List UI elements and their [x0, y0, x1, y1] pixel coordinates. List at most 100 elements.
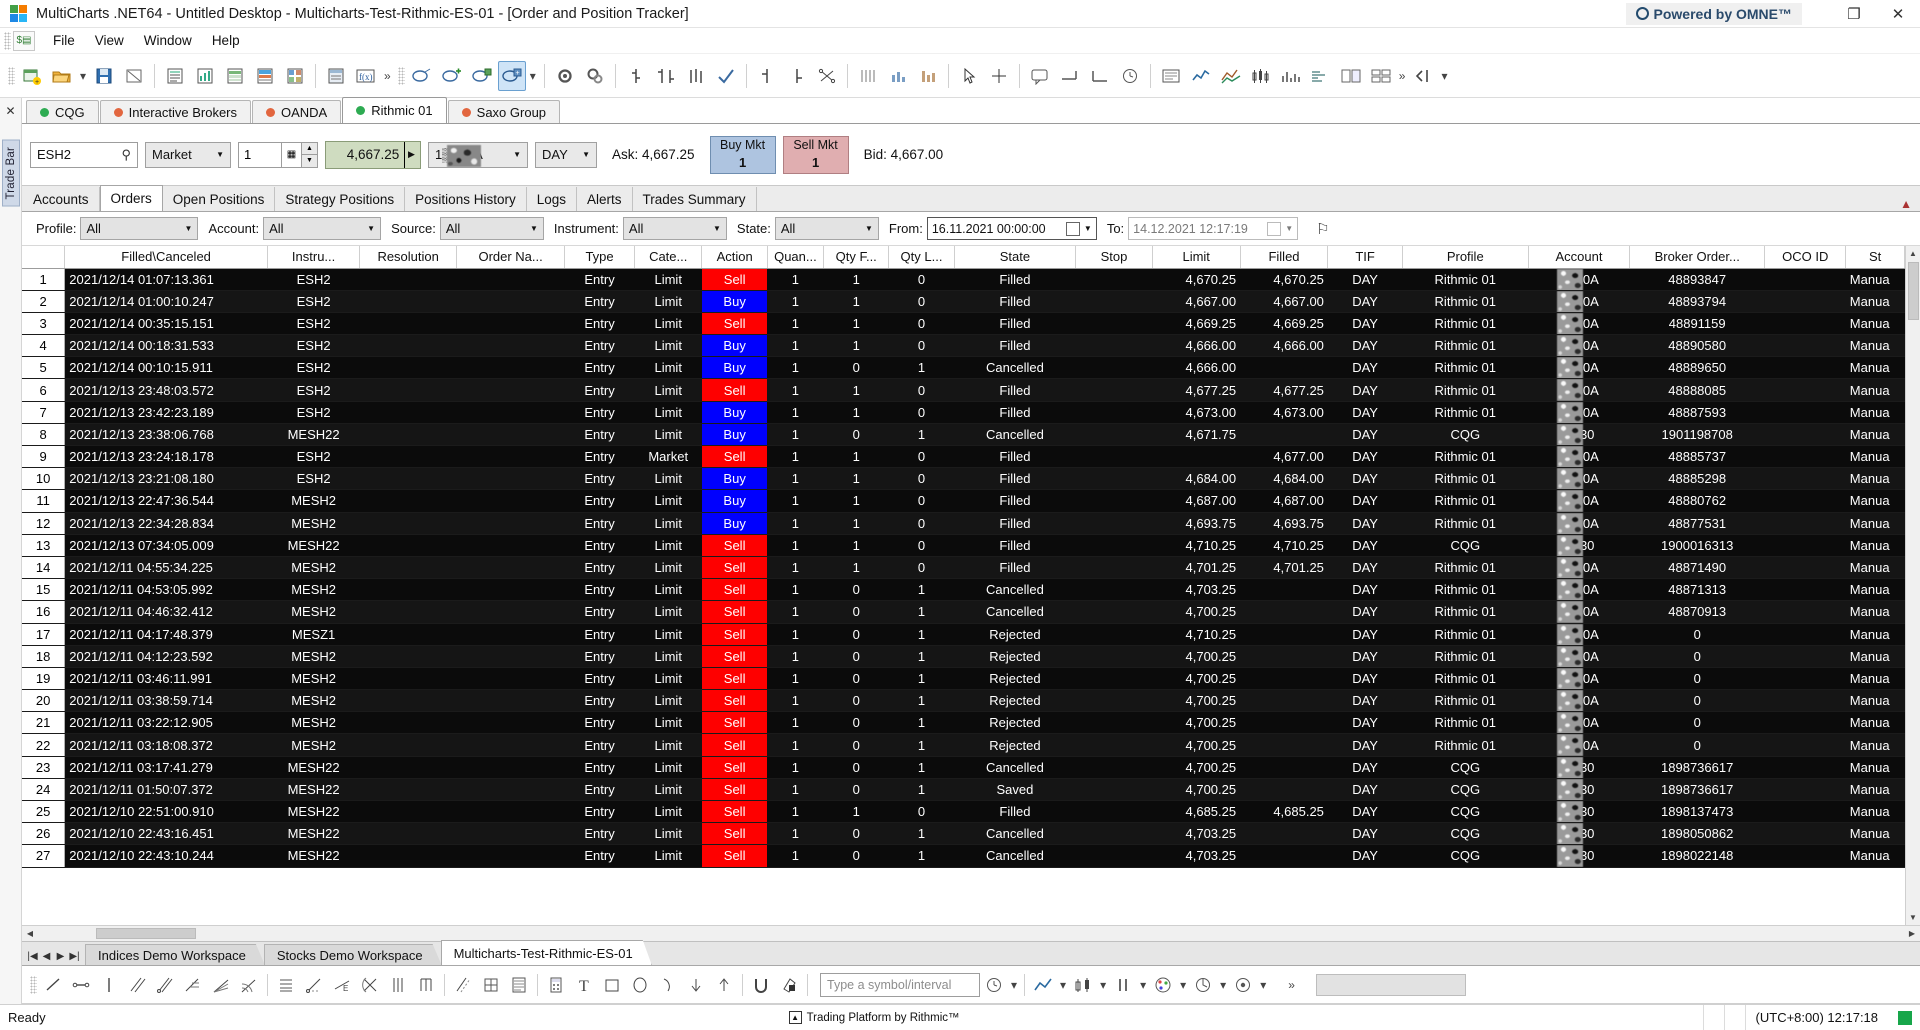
- toolbar-overflow-caret-2[interactable]: »: [1396, 69, 1409, 83]
- calculator-icon[interactable]: ▦: [281, 141, 301, 168]
- ellipse-tool-icon[interactable]: [626, 971, 654, 999]
- drawbar-overflow-caret[interactable]: »: [1285, 978, 1298, 992]
- duplicate-order-icon[interactable]: [438, 61, 466, 91]
- formula-editor-icon[interactable]: f(x): [352, 61, 380, 91]
- workspace-prev-icon[interactable]: ◀: [40, 951, 53, 962]
- scroll-up-icon[interactable]: ▲: [1905, 246, 1920, 261]
- header-type[interactable]: Type: [564, 246, 635, 269]
- close-workspace-icon[interactable]: [120, 61, 148, 91]
- flatten-position-icon[interactable]: [813, 61, 841, 91]
- crosshair-icon[interactable]: [985, 61, 1013, 91]
- candlestick-icon[interactable]: [1247, 61, 1275, 91]
- connection-tab-cqg[interactable]: CQG: [26, 100, 99, 123]
- orders-horizontal-scrollbar[interactable]: ◀ ▶: [22, 925, 1920, 941]
- table-row[interactable]: 25 2021/12/10 22:51:00.910 MESH22 Entry Limi…: [22, 800, 1905, 824]
- apply-order-icon[interactable]: +: [497, 60, 526, 91]
- save-icon[interactable]: [90, 61, 118, 91]
- trendline-icon[interactable]: [39, 971, 67, 999]
- trade-bar-close-icon[interactable]: ✕: [5, 104, 15, 118]
- connection-tab-interactive-brokers[interactable]: Interactive Brokers: [99, 100, 251, 123]
- eraser-tool-icon[interactable]: [775, 971, 803, 999]
- header-profile[interactable]: Profile: [1402, 246, 1529, 269]
- table-row[interactable]: 16 2021/12/11 04:46:32.412 MESH2 Entry Limit…: [22, 600, 1905, 624]
- settings-gear-icon[interactable]: [551, 61, 579, 91]
- toolbar-overflow-caret-1[interactable]: »: [381, 69, 394, 83]
- regression-channel-icon[interactable]: [151, 971, 179, 999]
- search-icon[interactable]: ⚲: [121, 147, 131, 163]
- header-stop[interactable]: Stop: [1075, 246, 1153, 269]
- new-window-icon[interactable]: +: [18, 61, 46, 91]
- portfolio-icon[interactable]: [281, 61, 309, 91]
- menu-item-file[interactable]: File: [43, 30, 85, 51]
- schiff-pitchfork-icon[interactable]: [356, 971, 384, 999]
- tab-alerts[interactable]: Alerts: [577, 187, 633, 211]
- profile-filter-select[interactable]: All ▼: [80, 217, 199, 240]
- data-window-icon[interactable]: [1157, 61, 1185, 91]
- toolbar-drag-grip-2[interactable]: [397, 66, 405, 85]
- compare-symbols-icon[interactable]: [1217, 61, 1245, 91]
- clock-icon[interactable]: [1116, 61, 1144, 91]
- header-action[interactable]: Action: [701, 246, 768, 269]
- magnet-tool-icon[interactable]: [747, 971, 775, 999]
- market-depth-icon[interactable]: [251, 61, 279, 91]
- table-row[interactable]: 6 2021/12/13 23:48:03.572 ESH2 Entry Limit Se…: [22, 378, 1905, 402]
- header-filled[interactable]: Filled: [1240, 246, 1329, 269]
- table-row[interactable]: 8 2021/12/13 23:38:06.768 MESH22 Entry Limit…: [22, 423, 1905, 447]
- quote-manager-icon[interactable]: [161, 61, 189, 91]
- workspace-next-icon[interactable]: ▶: [54, 951, 67, 962]
- position-short-icon[interactable]: [783, 61, 811, 91]
- indicator-line-icon[interactable]: [1187, 61, 1215, 91]
- menu-drag-grip[interactable]: [4, 31, 11, 50]
- fibonacci-timezone-icon[interactable]: [272, 971, 300, 999]
- panel-collapse-icon[interactable]: ▲: [1900, 197, 1920, 211]
- account-filter-select[interactable]: All ▼: [263, 217, 382, 240]
- restore-window-button[interactable]: ❐: [1832, 0, 1876, 28]
- limit-price-field[interactable]: 4,667.25 ▶: [325, 140, 421, 169]
- workspace-first-icon[interactable]: |◀: [26, 951, 39, 962]
- quantity-stepper[interactable]: 1 ▦ ▲ ▼: [238, 141, 318, 168]
- menu-item-view[interactable]: View: [85, 30, 134, 51]
- quantity-spinner[interactable]: ▲ ▼: [301, 141, 318, 168]
- workspace-last-icon[interactable]: ▶|: [68, 951, 81, 962]
- position-long-icon[interactable]: [753, 61, 781, 91]
- slanted-parallel-icon[interactable]: [449, 971, 477, 999]
- grid-tool-icon[interactable]: [477, 971, 505, 999]
- column-chart-icon[interactable]: [884, 61, 912, 91]
- table-row[interactable]: 3 2021/12/14 00:35:15.151 ESH2 Entry Limit Se…: [22, 312, 1905, 336]
- table-row[interactable]: 27 2021/12/10 22:43:10.244 MESH22 Entry Limi…: [22, 844, 1905, 868]
- study-caret[interactable]: ▾: [1257, 978, 1269, 992]
- fibonacci-retracement-icon[interactable]: [179, 971, 207, 999]
- gann-fan-icon[interactable]: [300, 971, 328, 999]
- workspace-nav-buttons[interactable]: |◀ ◀ ▶ ▶|: [24, 951, 85, 965]
- layout-grid-icon[interactable]: [1367, 61, 1395, 91]
- arrow-up-tool-icon[interactable]: [710, 971, 738, 999]
- table-row[interactable]: 24 2021/12/11 01:50:07.372 MESH22 Entry Limi…: [22, 778, 1905, 802]
- bar-chart-alt-icon[interactable]: [914, 61, 942, 91]
- trade-bar-rail-tab[interactable]: Trade Bar: [1, 140, 20, 207]
- scroll-down-icon[interactable]: ▼: [1905, 910, 1920, 925]
- comment-icon[interactable]: [1026, 61, 1054, 91]
- edit-order-icon[interactable]: [468, 61, 496, 91]
- table-row[interactable]: 4 2021/12/14 00:18:31.533 ESH2 Entry Limit Bu…: [22, 334, 1905, 358]
- interval-clock-icon[interactable]: [980, 971, 1008, 999]
- from-date-input[interactable]: 16.11.2021 00:00:00 ▼: [926, 217, 1097, 240]
- table-row[interactable]: 9 2021/12/13 23:24:18.178 ESH2 Entry Market S…: [22, 445, 1905, 469]
- table-row[interactable]: 12 2021/12/13 22:34:28.834 MESH2 Entry Limit…: [22, 512, 1905, 535]
- calendar-icon[interactable]: [1065, 221, 1080, 236]
- grid-view-icon[interactable]: [854, 61, 882, 91]
- connection-tab-saxo-group[interactable]: Saxo Group: [447, 100, 561, 123]
- table-row[interactable]: 19 2021/12/11 03:46:11.991 MESH2 Entry Limit…: [22, 667, 1905, 691]
- bar-type-double-icon[interactable]: [652, 61, 680, 91]
- header-status[interactable]: St: [1845, 246, 1905, 269]
- table-row[interactable]: 11 2021/12/13 22:47:36.544 MESH2 Entry Limit…: [22, 489, 1905, 513]
- header-limit[interactable]: Limit: [1152, 246, 1241, 269]
- workspace-tab-indices-demo[interactable]: Indices Demo Workspace: [85, 944, 265, 965]
- header-filled-canceled[interactable]: Filled\Canceled: [64, 246, 268, 269]
- spinner-up-icon[interactable]: ▲: [301, 141, 318, 154]
- menu-item-help[interactable]: Help: [202, 30, 250, 51]
- volume-profile-icon[interactable]: [1307, 61, 1335, 91]
- source-filter-select[interactable]: All ▼: [439, 217, 544, 240]
- order-tracker-icon[interactable]: [322, 61, 350, 91]
- line-chart-style-icon[interactable]: [1029, 971, 1057, 999]
- table-tool-icon[interactable]: [505, 971, 533, 999]
